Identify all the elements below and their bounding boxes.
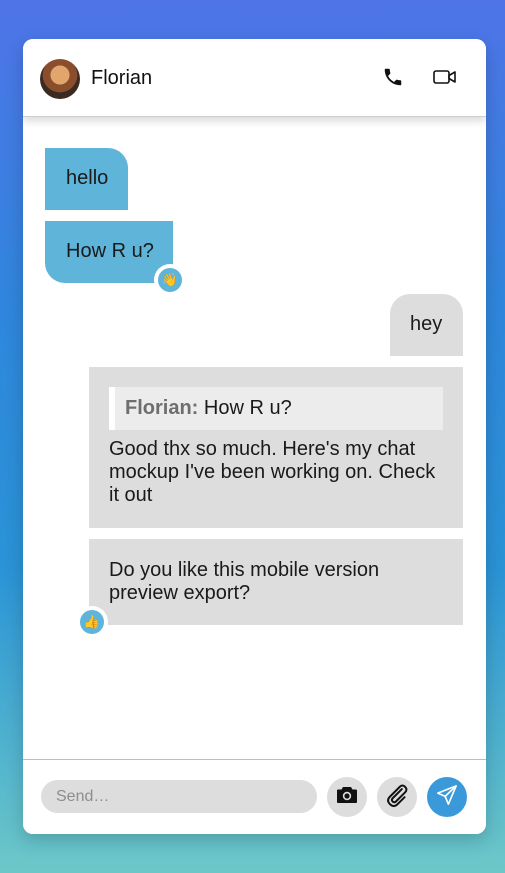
send-button[interactable] bbox=[427, 777, 467, 817]
message-input[interactable] bbox=[41, 780, 317, 813]
message-text: How R u? bbox=[66, 240, 154, 262]
message-list: hello How R u? 👋 hey Florian: How R u? G… bbox=[23, 117, 486, 759]
send-icon bbox=[436, 784, 458, 811]
quote-author: Florian: bbox=[125, 397, 199, 419]
attach-button[interactable] bbox=[377, 777, 417, 817]
contact-name: Florian bbox=[91, 67, 153, 89]
reaction-badge[interactable]: 👋 bbox=[154, 264, 186, 296]
thumbs-up-icon: 👍 bbox=[80, 610, 104, 634]
message-outgoing[interactable]: Do you like this mobile version preview … bbox=[89, 539, 463, 625]
waving-hand-icon: 👋 bbox=[158, 268, 182, 292]
camera-button[interactable] bbox=[327, 777, 367, 817]
chat-header: Florian bbox=[23, 39, 486, 117]
video-call-button[interactable] bbox=[432, 66, 458, 92]
camera-icon bbox=[336, 785, 358, 810]
quoted-message[interactable]: Florian: How R u? bbox=[109, 387, 443, 430]
message-outgoing-reply[interactable]: Florian: How R u? Good thx so much. Here… bbox=[89, 367, 463, 528]
call-button[interactable] bbox=[380, 66, 406, 92]
message-text: Good thx so much. Here's my chat mockup … bbox=[109, 438, 436, 506]
message-incoming[interactable]: How R u? bbox=[45, 221, 173, 283]
message-incoming[interactable]: hello bbox=[45, 148, 128, 210]
video-camera-icon bbox=[433, 68, 457, 91]
message-text: Do you like this mobile version preview … bbox=[109, 559, 380, 604]
message-text: hey bbox=[410, 313, 443, 335]
avatar[interactable] bbox=[40, 59, 80, 99]
chat-window: Florian hello How R u? 👋 hey Florian: Ho… bbox=[23, 39, 486, 834]
quote-text: How R u? bbox=[203, 397, 292, 419]
message-outgoing[interactable]: hey bbox=[390, 294, 463, 356]
composer bbox=[23, 759, 486, 834]
paperclip-icon bbox=[384, 782, 410, 813]
message-text: hello bbox=[66, 167, 109, 189]
reaction-badge[interactable]: 👍 bbox=[76, 606, 108, 638]
phone-icon bbox=[382, 66, 404, 93]
